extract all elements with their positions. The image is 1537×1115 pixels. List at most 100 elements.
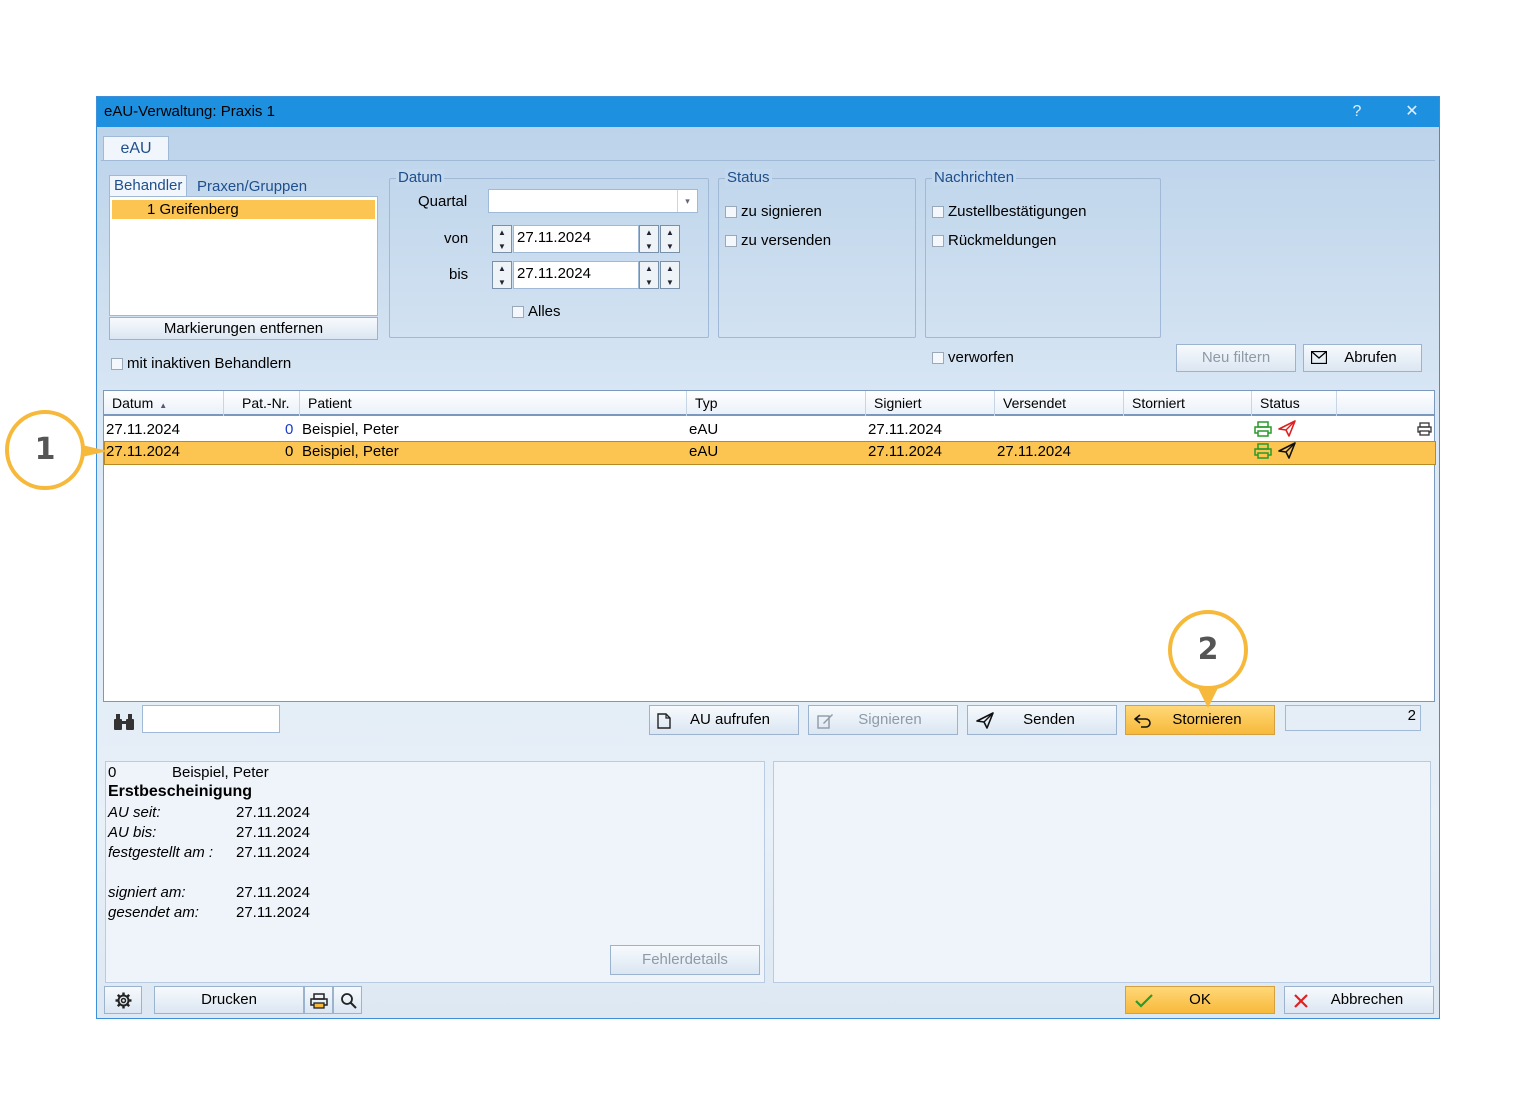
von-date-input[interactable]: 27.11.2024 <box>513 225 639 253</box>
abbrechen-label: Abbrechen <box>1330 991 1404 1008</box>
tab-behandler[interactable]: Behandler <box>109 175 188 197</box>
detail-panel: 0 Beispiel, Peter Erstbescheinigung AU s… <box>105 761 765 983</box>
quartal-select[interactable]: ▾ <box>488 189 698 213</box>
von-spin-right-1[interactable]: ▲ ▼ <box>639 225 659 253</box>
cell-typ: eAU <box>689 443 719 460</box>
status-group: Status zu signieren zu versenden <box>718 169 916 338</box>
festgestellt-value: 27.11.2024 <box>236 844 310 861</box>
au-bis-value: 27.11.2024 <box>236 824 310 841</box>
behandler-list[interactable]: 1 Greifenberg <box>109 196 378 316</box>
cell-versendet: 27.11.2024 <box>997 443 1071 460</box>
ok-button[interactable]: OK <box>1125 986 1275 1014</box>
cell-signiert: 27.11.2024 <box>868 443 942 460</box>
von-spin-left[interactable]: ▲ ▼ <box>492 225 512 253</box>
senden-button[interactable]: Senden <box>967 705 1117 735</box>
table-row[interactable]: 27.11.2024 0 Beispiel, Peter eAU 27.11.2… <box>104 419 1434 441</box>
zu-versenden-checkbox[interactable]: zu versenden <box>725 232 831 249</box>
cell-typ: eAU <box>689 421 719 438</box>
column-header-patient[interactable]: Patient <box>300 391 687 416</box>
arrow-up-icon[interactable]: ▲ <box>661 226 679 239</box>
settings-button[interactable] <box>104 986 142 1014</box>
cancel-x-icon <box>1294 994 1308 1008</box>
cell-datum: 27.11.2024 <box>106 421 180 438</box>
gear-icon <box>115 992 132 1009</box>
senden-label: Senden <box>1023 711 1075 728</box>
checkbox-box[interactable] <box>512 306 524 319</box>
arrow-down-icon[interactable]: ▼ <box>493 276 511 289</box>
column-header-versendet[interactable]: Versendet <box>995 391 1124 416</box>
checkmark-icon <box>1135 994 1153 1008</box>
rueckmeldungen-checkbox[interactable]: Rückmeldungen <box>932 232 1056 249</box>
arrow-up-icon[interactable]: ▲ <box>640 226 658 239</box>
arrow-up-icon[interactable]: ▲ <box>493 262 511 275</box>
abrufen-button[interactable]: Abrufen <box>1303 344 1422 372</box>
arrow-down-icon[interactable]: ▼ <box>640 240 658 253</box>
markierungen-entfernen-button[interactable]: Markierungen entfernen <box>109 317 378 340</box>
checkbox-box[interactable] <box>932 352 944 365</box>
tab-eau[interactable]: eAU <box>103 136 169 161</box>
checkbox-label: mit inaktiven Behandlern <box>127 355 292 372</box>
table-row-selected[interactable]: 27.11.2024 0 Beispiel, Peter eAU 27.11.2… <box>104 441 1436 465</box>
von-label: von <box>444 230 469 247</box>
au-seit-label: AU seit: <box>108 804 161 821</box>
bis-spin-right-1[interactable]: ▲ ▼ <box>639 261 659 289</box>
von-spin-right-2[interactable]: ▲ ▼ <box>660 225 680 253</box>
zustellbestaetigungen-checkbox[interactable]: Zustellbestätigungen <box>932 203 1086 220</box>
chevron-down-icon[interactable]: ▾ <box>677 190 697 212</box>
column-header-signiert[interactable]: Signiert <box>866 391 995 416</box>
list-item[interactable]: 1 Greifenberg <box>112 200 375 219</box>
column-header-status[interactable]: Status <box>1252 391 1337 416</box>
checkbox-box[interactable] <box>725 235 737 248</box>
checkbox-box[interactable] <box>111 358 123 371</box>
arrow-down-icon[interactable]: ▼ <box>493 240 511 253</box>
verworfen-checkbox[interactable]: verworfen <box>932 349 1014 366</box>
stornieren-label: Stornieren <box>1172 711 1242 728</box>
arrow-down-icon[interactable]: ▼ <box>661 276 679 289</box>
callout-marker-1: 1 <box>5 410 85 490</box>
bis-spin-right-2[interactable]: ▲ ▼ <box>660 261 680 289</box>
cell-signiert: 27.11.2024 <box>868 421 942 438</box>
column-header-datum[interactable]: Datum ▲ <box>104 391 224 416</box>
abbrechen-button[interactable]: Abbrechen <box>1284 986 1434 1014</box>
cell-patnr: 0 <box>285 443 294 460</box>
arrow-up-icon[interactable]: ▲ <box>661 262 679 275</box>
table-header: Datum ▲ Pat.-Nr. Patient Typ Signiert Ver… <box>104 391 1434 416</box>
checkbox-label: Alles <box>528 303 561 320</box>
search-input[interactable] <box>142 705 280 733</box>
print-icon[interactable] <box>1417 422 1432 436</box>
bis-date-input[interactable]: 27.11.2024 <box>513 261 639 289</box>
au-bis-label: AU bis: <box>108 824 157 841</box>
cell-datum: 27.11.2024 <box>106 443 180 460</box>
zu-signieren-checkbox[interactable]: zu signieren <box>725 203 822 220</box>
checkbox-box[interactable] <box>932 235 944 248</box>
help-button[interactable]: ? <box>1342 99 1372 125</box>
arrow-up-icon[interactable]: ▲ <box>493 226 511 239</box>
printer-icon <box>310 993 328 1009</box>
drucken-button[interactable]: Drucken <box>154 986 304 1014</box>
column-header-storniert[interactable]: Storniert <box>1124 391 1252 416</box>
column-header-typ[interactable]: Typ <box>687 391 866 416</box>
binoculars-icon[interactable] <box>113 713 135 731</box>
neu-filtern-button[interactable]: Neu filtern <box>1176 344 1296 372</box>
title-bar: eAU-Verwaltung: Praxis 1 ? ✕ <box>97 97 1439 127</box>
inaktive-behandler-checkbox[interactable]: mit inaktiven Behandlern <box>111 355 291 372</box>
print-status-icon <box>1254 443 1272 459</box>
arrow-down-icon[interactable]: ▼ <box>661 240 679 253</box>
checkbox-box[interactable] <box>725 206 737 219</box>
quartal-label: Quartal <box>418 193 468 210</box>
preview-button[interactable] <box>333 986 362 1014</box>
print-options-button[interactable] <box>304 986 333 1014</box>
close-button[interactable]: ✕ <box>1397 99 1427 125</box>
column-header-patnr[interactable]: Pat.-Nr. <box>224 391 300 416</box>
alles-checkbox[interactable]: Alles <box>512 303 561 320</box>
au-seit-value: 27.11.2024 <box>236 804 310 821</box>
arrow-up-icon[interactable]: ▲ <box>640 262 658 275</box>
signieren-button[interactable]: Signieren <box>808 705 958 735</box>
au-aufrufen-button[interactable]: AU aufrufen <box>649 705 799 735</box>
count-display: 2 <box>1285 705 1421 731</box>
signiert-label: signiert am: <box>108 884 186 901</box>
arrow-down-icon[interactable]: ▼ <box>640 276 658 289</box>
bis-spin-left[interactable]: ▲ ▼ <box>492 261 512 289</box>
checkbox-box[interactable] <box>932 206 944 219</box>
fehlerdetails-button[interactable]: Fehlerdetails <box>610 945 760 975</box>
